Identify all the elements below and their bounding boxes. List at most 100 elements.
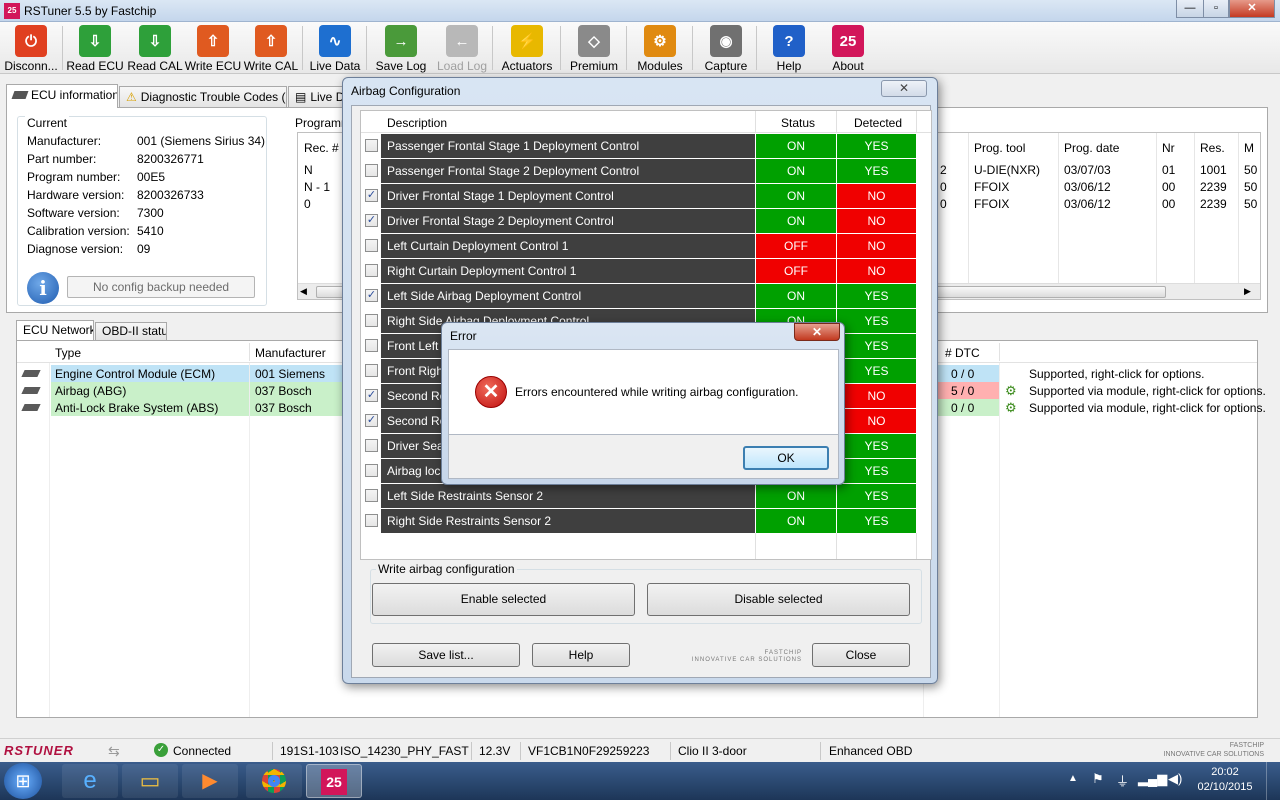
tab-obd-status[interactable]: OBD-II status [95, 322, 167, 340]
clock[interactable]: 20:02 02/10/2015 [1190, 765, 1260, 795]
protocol-id: 191S1-103 [280, 744, 339, 758]
toolbar-label: Read CAL [127, 59, 183, 73]
airbag-row[interactable]: Passenger Frontal Stage 2 Deployment Con… [361, 159, 922, 184]
airbag-status: OFF [756, 234, 836, 258]
close-button[interactable]: Close [812, 643, 910, 667]
error-dialog-close-icon[interactable]: ✕ [794, 323, 840, 341]
toolbar-separator [302, 26, 303, 70]
toolbar-button-load-log[interactable]: ← Load Log [432, 22, 492, 74]
dtc-header[interactable]: # DTC [945, 346, 980, 360]
help-button[interactable]: Help [532, 643, 630, 667]
toolbar-button-save-log[interactable]: → Save Log [370, 22, 432, 74]
show-hidden-icons[interactable]: ▲ [1068, 773, 1078, 784]
maximize-button[interactable]: ▫ [1203, 0, 1229, 18]
checkbox-unchecked[interactable] [365, 489, 378, 502]
toolbar-button-help[interactable]: ? Help [762, 22, 816, 74]
config-backup-button[interactable]: No config backup needed [67, 276, 255, 298]
checkbox-checked[interactable]: ✓ [365, 214, 378, 227]
toolbar-button-read-ecu[interactable]: ⇩ Read ECU [64, 22, 126, 74]
tab-ecu-information[interactable]: ECU information [6, 84, 118, 108]
checkbox-unchecked[interactable] [365, 339, 378, 352]
manufacturer-header[interactable]: Manufacturer [255, 346, 326, 360]
toolbar-button-live-data[interactable]: ∿ Live Data [306, 22, 364, 74]
checkbox-unchecked[interactable] [365, 239, 378, 252]
rstuner-taskbar-icon[interactable]: 25 [306, 764, 362, 798]
toolbar-button-disconn[interactable]: ⏻ Disconn... [2, 22, 60, 74]
main-toolbar: ⏻ Disconn... ⇩ Read ECU ⇩ Read CAL ⇧ Write ECU ⇧… [0, 22, 1280, 74]
prog-header[interactable]: Res. [1200, 141, 1225, 155]
prog-header[interactable]: Nr [1162, 141, 1175, 155]
enable-selected-button[interactable]: Enable selected [372, 583, 635, 616]
checkbox-unchecked[interactable] [365, 514, 378, 527]
volume-icon[interactable]: ◀) [1168, 771, 1182, 787]
airbag-row[interactable]: Passenger Frontal Stage 1 Deployment Con… [361, 134, 922, 159]
toolbar-button-about[interactable]: 25 About [822, 22, 874, 74]
prog-header[interactable]: Prog. date [1064, 141, 1119, 155]
tab-ecu-network[interactable]: ECU Network [16, 320, 94, 340]
airbag-row[interactable]: Right Curtain Deployment Control 1 OFF NO [361, 259, 922, 284]
checkbox-unchecked[interactable] [365, 139, 378, 152]
media-player-icon[interactable]: ▶ [182, 764, 238, 798]
minimize-button[interactable]: — [1176, 0, 1204, 18]
toolbar-label: Help [776, 59, 802, 73]
error-dialog: Error ✕ ✕ Errors encountered while writi… [441, 322, 845, 485]
network-cell-manufacturer: 037 Bosch [255, 401, 312, 415]
airbag-description: Passenger Frontal Stage 2 Deployment Con… [381, 159, 755, 183]
field-value: 001 (Siemens Sirius 34) [137, 134, 266, 148]
scroll-left-icon[interactable]: ◀ [300, 286, 307, 297]
airbag-dialog-close-icon[interactable]: ✕ [881, 80, 927, 97]
checkbox-unchecked[interactable] [365, 464, 378, 477]
toolbar-button-actuators[interactable]: ⚡ Actuators [498, 22, 556, 74]
detected-header[interactable]: Detected [854, 116, 902, 130]
status-header[interactable]: Status [781, 116, 815, 130]
toolbar-button-premium[interactable]: ◇ Premium [566, 22, 622, 74]
action-center-icon[interactable]: ⚑ [1092, 771, 1104, 787]
checkbox-checked[interactable]: ✓ [365, 389, 378, 402]
close-window-button[interactable]: ✕ [1229, 0, 1275, 18]
power-plug-icon[interactable]: ⏚ [1116, 771, 1129, 790]
tab-diagnostic-trouble-codes[interactable]: ⚠ Diagnostic Trouble Codes (5) [119, 86, 287, 108]
toolbar-button-write-cal[interactable]: ⇧ Write CAL [242, 22, 300, 74]
airbag-row[interactable]: Left Side Restraints Sensor 2 ON YES [361, 484, 922, 509]
prog-header[interactable]: M [1244, 141, 1254, 155]
airbag-row[interactable]: ✓ Driver Frontal Stage 2 Deployment Contr… [361, 209, 922, 234]
toolbar-button-capture[interactable]: ◉ Capture [698, 22, 754, 74]
disable-selected-button[interactable]: Disable selected [647, 583, 910, 616]
airbag-detected: NO [837, 409, 916, 433]
checkbox-checked[interactable]: ✓ [365, 189, 378, 202]
ok-button[interactable]: OK [743, 446, 829, 470]
checkbox-unchecked[interactable] [365, 439, 378, 452]
tab-live-data[interactable]: ▤ Live D [288, 86, 348, 108]
network-signal-icon[interactable]: ▂▄▆ [1138, 771, 1167, 787]
checkbox-unchecked[interactable] [365, 164, 378, 177]
toolbar-button-write-ecu[interactable]: ⇧ Write ECU [184, 22, 242, 74]
toolbar-button-modules[interactable]: ⚙ Modules [632, 22, 688, 74]
airbag-row[interactable]: ✓ Left Side Airbag Deployment Control ON YE… [361, 284, 922, 309]
checkbox-checked[interactable]: ✓ [365, 289, 378, 302]
chrome-icon[interactable] [246, 764, 302, 798]
airbag-row[interactable]: Left Curtain Deployment Control 1 OFF NO [361, 234, 922, 259]
prog-header[interactable]: Prog. tool [974, 141, 1025, 155]
checkbox-checked[interactable]: ✓ [365, 414, 378, 427]
rec-cell: 0 [304, 197, 311, 211]
internet-explorer-icon[interactable]: e [62, 764, 118, 798]
checkbox-unchecked[interactable] [365, 264, 378, 277]
prog-cell: 1001 [1200, 163, 1227, 177]
column-divider [1238, 133, 1239, 283]
type-header[interactable]: Type [55, 346, 81, 360]
error-dialog-title: Error [450, 329, 477, 343]
scroll-right-icon[interactable]: ▶ [1244, 286, 1251, 297]
taskbar: ⊞ e ▭ ▶ 25 ▲ ⚑ ⏚ ▂▄▆ ◀) 20:02 02/10/2015 [0, 762, 1280, 800]
warning-icon: ⚠ [126, 90, 137, 104]
save-list-button[interactable]: Save list... [372, 643, 520, 667]
airbag-row[interactable]: ✓ Driver Frontal Stage 1 Deployment Contr… [361, 184, 922, 209]
show-desktop-button[interactable] [1266, 762, 1280, 800]
toolbar-label: Modules [637, 59, 683, 73]
checkbox-unchecked[interactable] [365, 364, 378, 377]
description-header[interactable]: Description [387, 116, 447, 130]
toolbar-button-read-cal[interactable]: ⇩ Read CAL [126, 22, 184, 74]
checkbox-unchecked[interactable] [365, 314, 378, 327]
file-explorer-icon[interactable]: ▭ [122, 764, 178, 798]
airbag-row[interactable]: Right Side Restraints Sensor 2 ON YES [361, 509, 922, 534]
start-button[interactable]: ⊞ [4, 763, 42, 799]
